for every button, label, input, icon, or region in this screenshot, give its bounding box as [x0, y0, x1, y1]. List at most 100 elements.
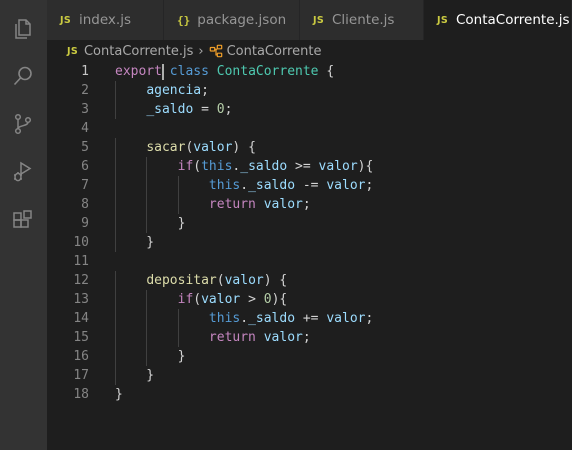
explorer-icon[interactable] [11, 17, 35, 41]
code-line[interactable]: depositar(valor) { [115, 271, 373, 290]
code-token: this [201, 159, 233, 174]
code-token: ){ [357, 159, 374, 174]
code-line[interactable]: } [115, 385, 373, 404]
tab-label: index.js [78, 12, 131, 28]
code-token: _saldo [240, 159, 288, 174]
indent-guide [146, 290, 148, 309]
code-line[interactable]: } [115, 214, 373, 233]
code-token: this [208, 311, 241, 326]
tab-contacorrente-js[interactable]: JS ContaCorrente.js ✕ [424, 0, 572, 40]
source-control-icon[interactable] [11, 112, 35, 136]
search-icon[interactable] [11, 64, 35, 88]
code-token: _saldo [248, 311, 296, 326]
code-token: >= [287, 159, 319, 174]
indent-guide [146, 176, 148, 195]
code-line[interactable]: } [115, 233, 373, 252]
code-token: return [208, 197, 256, 212]
code-line[interactable]: return valor; [115, 328, 373, 347]
tab-package-json[interactable]: {} package.json [164, 0, 300, 40]
code-token: > [240, 292, 264, 307]
tab-label: Cliente.js [331, 12, 395, 28]
indent-guide [177, 176, 179, 195]
code-token: ( [193, 292, 202, 307]
code-token: ){ [271, 292, 288, 307]
code-token: _saldo [146, 102, 194, 117]
code-token: class [169, 64, 209, 79]
indent-guide [146, 214, 148, 233]
code-editor[interactable]: 1 2 3 4 5 6 7 8 9 10 11 12 13 14 15 16 17 18 export class… [47, 62, 572, 450]
line-number: 6 [81, 159, 89, 174]
activity-bar [0, 0, 47, 450]
code-line[interactable]: this._saldo += valor; [115, 309, 373, 328]
tab-bar: JS index.js {} package.json JS Cliente.j… [47, 0, 572, 40]
line-number: 10 [73, 235, 89, 250]
code-token: valor [263, 197, 303, 212]
indent-guide [177, 328, 179, 347]
js-file-icon: JS [67, 45, 78, 57]
code-line[interactable]: _saldo = 0; [115, 100, 373, 119]
code-token: valor [318, 159, 358, 174]
tab-index-js[interactable]: JS index.js [47, 0, 164, 40]
indent-guide [177, 309, 179, 328]
code-line[interactable]: this._saldo -= valor; [115, 176, 373, 195]
code-line[interactable]: export class ContaCorrente { [115, 62, 373, 81]
tab-label: ContaCorrente.js [455, 12, 570, 28]
indent-guide [115, 176, 116, 195]
code-line[interactable]: } [115, 347, 373, 366]
code-token: ) { [232, 140, 256, 155]
breadcrumb-file[interactable]: ContaCorrente.js [84, 44, 193, 59]
code-token: { [318, 64, 335, 79]
code-line[interactable]: sacar(valor) { [115, 138, 373, 157]
indent-guide [146, 347, 148, 366]
line-number: 15 [73, 330, 89, 345]
code-token: ; [302, 330, 311, 345]
indent-guide [146, 328, 148, 347]
line-number-gutter: 1 2 3 4 5 6 7 8 9 10 11 12 13 14 15 16 17 18 [47, 62, 89, 404]
indent-guide [115, 100, 116, 119]
code-token: valor [201, 292, 241, 307]
code-line[interactable]: if(this._saldo >= valor){ [115, 157, 373, 176]
js-file-icon: JS [60, 14, 71, 26]
code-token: agencia [146, 83, 202, 98]
code-token: depositar [146, 273, 217, 288]
code-token: } [115, 216, 186, 231]
code-token: valor [326, 178, 366, 193]
code-line[interactable] [115, 119, 373, 138]
code-token: ( [216, 273, 225, 288]
breadcrumb-symbol[interactable]: ContaCorrente [227, 44, 322, 59]
code-token: valor [263, 330, 303, 345]
indent-guide [115, 214, 116, 233]
code-token: ; [302, 197, 311, 212]
indent-guide [115, 290, 116, 309]
code-line[interactable]: } [115, 366, 373, 385]
chevron-right-icon: › [198, 43, 204, 59]
code-token: ; [365, 311, 374, 326]
indent-guide [115, 233, 116, 252]
code-token: valor [326, 311, 366, 326]
indent-guide [115, 157, 116, 176]
indent-guide [115, 347, 116, 366]
text-cursor [161, 64, 164, 80]
code-token: _saldo [248, 178, 296, 193]
extensions-icon[interactable] [11, 208, 35, 232]
code-token: return [208, 330, 256, 345]
code-token: 0 [216, 102, 225, 117]
code-line[interactable] [115, 252, 373, 271]
code-token: . [240, 178, 249, 193]
code-line[interactable]: if(valor > 0){ [115, 290, 373, 309]
run-debug-icon[interactable] [11, 160, 35, 184]
breadcrumb: JS ContaCorrente.js › ContaCorrente [47, 40, 572, 62]
line-number: 14 [73, 311, 89, 326]
code-line[interactable]: agencia; [115, 81, 373, 100]
line-number: 3 [81, 102, 89, 117]
tab-label: package.json [197, 12, 287, 28]
indent-guide [115, 328, 116, 347]
code-line[interactable]: return valor; [115, 195, 373, 214]
code-area[interactable]: export class ContaCorrente { agencia; _s… [115, 62, 373, 404]
tab-cliente-js[interactable]: JS Cliente.js [300, 0, 424, 40]
